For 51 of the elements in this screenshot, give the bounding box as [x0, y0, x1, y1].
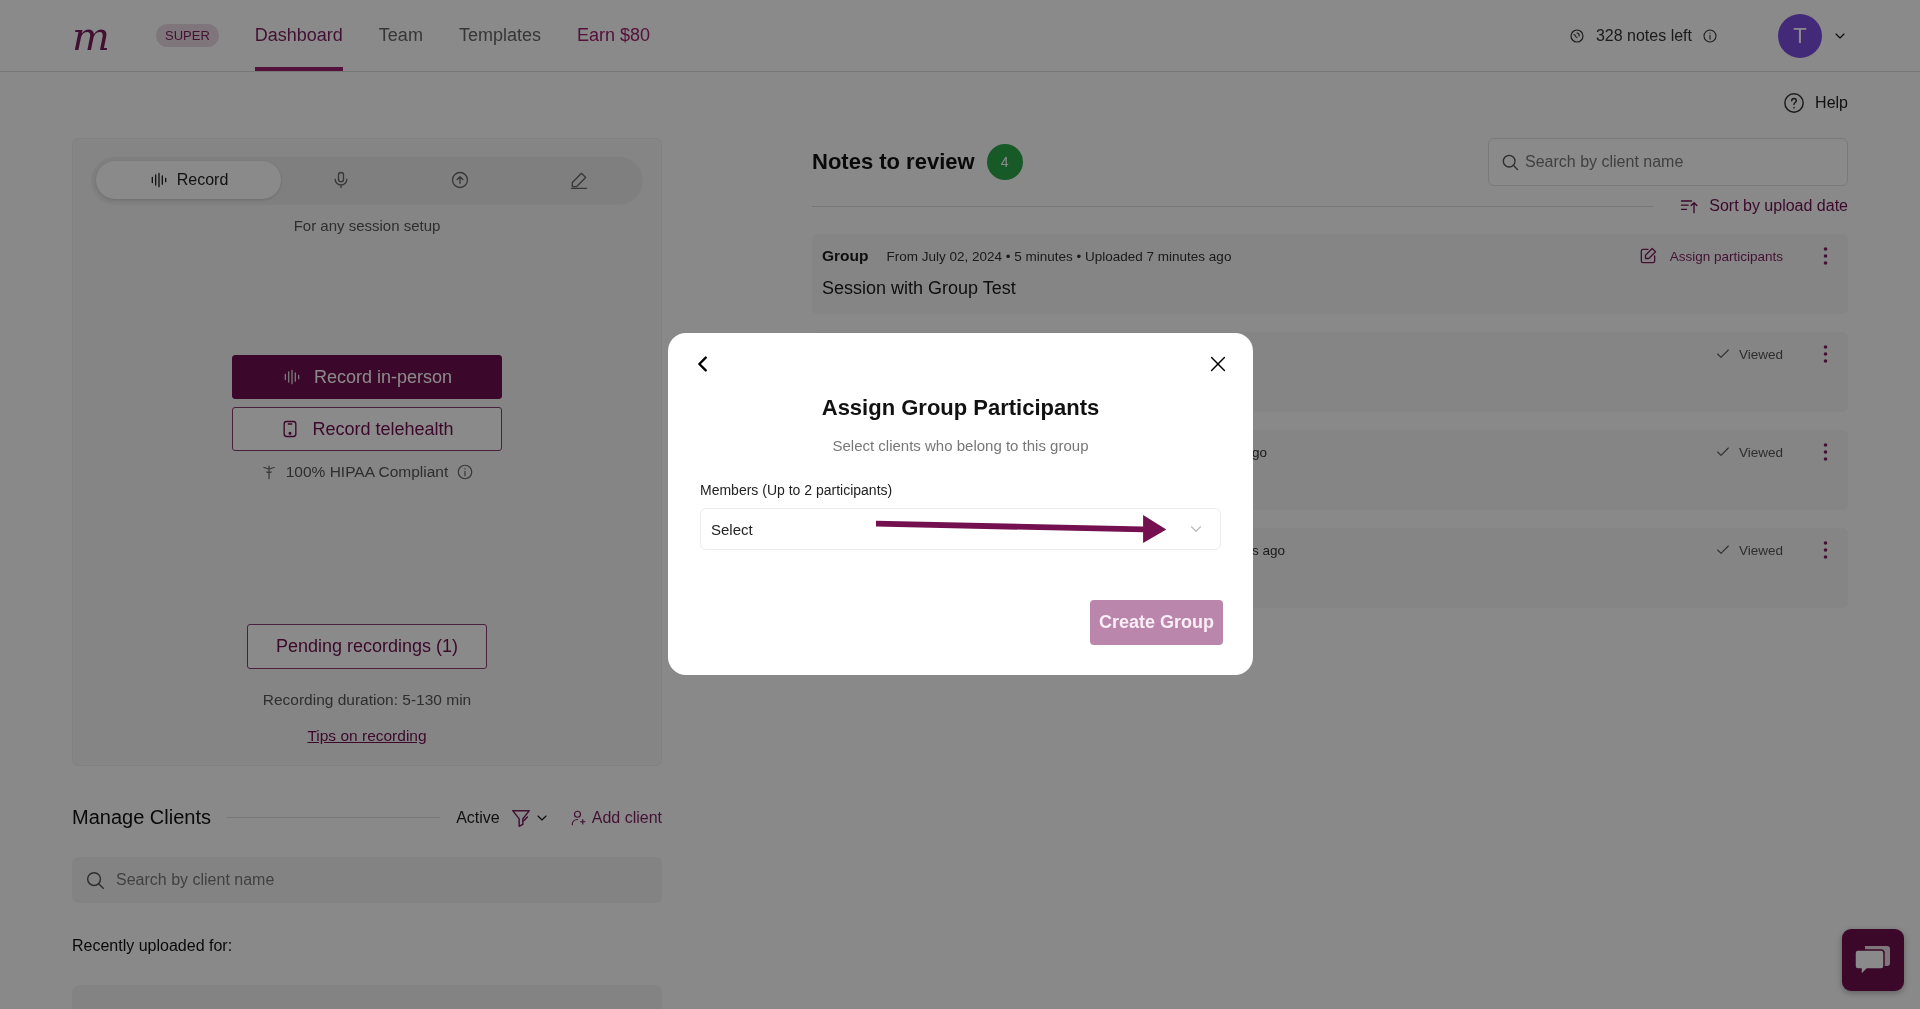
sort-button[interactable]: Sort by upload date	[1679, 196, 1848, 216]
nav-tab[interactable]: Team	[378, 0, 423, 71]
note-card[interactable]: Group From July 02, 2024 • 5 minutes • Uploaded 7 minutes ago Assign participants Session with Group Test	[812, 234, 1848, 314]
assign-participants-link[interactable]: Assign participants	[1637, 246, 1783, 266]
count-badge: 4	[986, 144, 1023, 180]
nav-tab[interactable]: Templates	[458, 0, 541, 71]
search-field[interactable]: Search by client name	[72, 857, 662, 903]
avatar[interactable]: T	[1778, 13, 1822, 58]
dialog-subtitle: Select clients who belong to this group	[832, 437, 1089, 454]
info-icon	[456, 463, 475, 481]
compliance-note: 100% HIPAA Compliant	[285, 463, 449, 481]
help-link[interactable]: Help	[1783, 92, 1848, 114]
note-title: Session with Group Test	[822, 278, 1017, 299]
help-icon	[1783, 92, 1806, 114]
viewed-status: Viewed	[1714, 346, 1783, 362]
add-client-link[interactable]: Add client	[569, 808, 662, 827]
pending-recordings-button[interactable]: Pending recordings (1)	[247, 624, 487, 669]
record-button[interactable]: Record in-person	[232, 355, 502, 399]
duration-note: Recording duration: 5-130 min	[262, 691, 472, 709]
viewed-status: Viewed	[1714, 444, 1783, 460]
search-field[interactable]: Search by client name	[1488, 138, 1848, 186]
note-meta: From July 02, 2024 • 5 minutes • Uploaded 7 minutes ago	[886, 248, 1232, 264]
notes-left-label: 328 notes left	[1595, 26, 1692, 45]
note-type: Group	[822, 247, 869, 265]
upload-icon	[449, 170, 470, 190]
more-icon[interactable]	[1823, 541, 1828, 559]
viewed-status: Viewed	[1714, 542, 1783, 558]
add-user-icon	[569, 808, 588, 827]
section-title: Notes to review	[812, 149, 975, 175]
nav-tab[interactable]: Dashboard	[254, 0, 343, 71]
pen-icon	[568, 170, 589, 190]
search-icon	[84, 869, 106, 891]
plan-badge: SUPER	[156, 24, 219, 47]
more-icon[interactable]	[1823, 443, 1828, 461]
record-button[interactable]: Record telehealth	[232, 407, 502, 451]
recent-label: Recently uploaded for:	[72, 937, 234, 955]
search-icon	[1500, 152, 1520, 172]
note-meta: go	[1252, 444, 1268, 460]
more-icon[interactable]	[1823, 345, 1828, 363]
members-select[interactable]: Select	[700, 508, 1221, 550]
section-title: Manage Clients	[72, 806, 211, 829]
tips-link[interactable]: Tips on recording	[307, 727, 427, 745]
more-icon[interactable]	[1823, 247, 1828, 265]
caption: For any session setup	[293, 217, 441, 234]
referral-link[interactable]: Earn $80	[576, 0, 650, 71]
filter-label: Active	[456, 808, 500, 827]
mode-tab[interactable]: Record	[96, 161, 281, 199]
logo[interactable]: m	[72, 12, 132, 59]
note-meta: s ago	[1252, 542, 1286, 558]
info-icon	[1702, 27, 1718, 44]
chat-button[interactable]	[1842, 929, 1904, 991]
